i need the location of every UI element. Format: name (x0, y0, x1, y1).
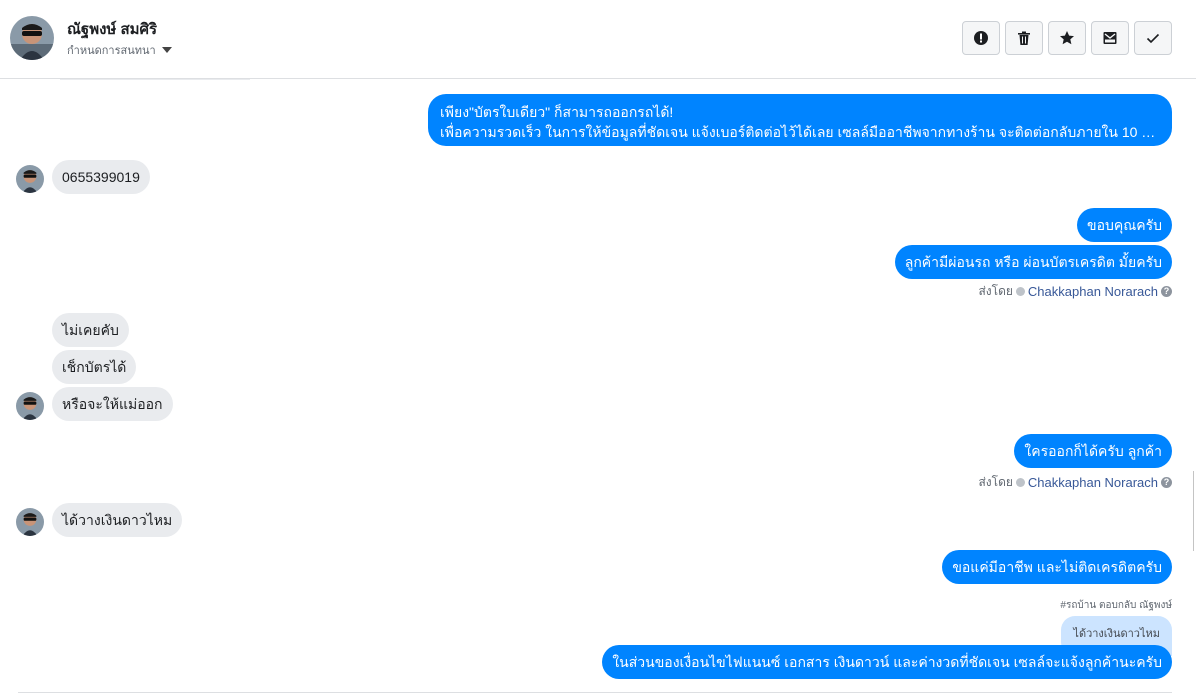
mark-unread-icon (1103, 32, 1117, 44)
caret-down-icon (161, 47, 172, 53)
sent-by-info: ส่งโดย Chakkaphan Norarach ? (978, 473, 1172, 492)
help-icon[interactable]: ? (1161, 286, 1172, 297)
divider (18, 692, 1172, 693)
sent-by-label: ส่งโดย (978, 475, 1013, 489)
message-line: เพียง"บัตรใบเดียว" ก็สามารถออกรถได้! (440, 104, 674, 120)
trash-icon (1018, 31, 1030, 45)
conversation-schedule-dropdown[interactable]: กำหนดการสนทนา (67, 41, 172, 59)
contact-avatar[interactable] (10, 16, 54, 60)
reply-header: #รถบ้าน ตอบกลับ ณัฐพงษ์ (1060, 600, 1172, 611)
sent-by-label: ส่งโดย (978, 284, 1013, 298)
outgoing-message[interactable]: ขอบคุณครับ (1077, 208, 1172, 242)
incoming-message[interactable]: ไม่เคยคับ (52, 313, 129, 347)
message-line: เพื่อความรวดเร็ว ในการให้ข้อมูลที่ชัดเจน… (440, 124, 1160, 140)
verified-icon (1015, 287, 1025, 296)
outgoing-message[interactable]: ลูกค้ามีผ่อนรถ หรือ ผ่อนบัตรเครดิต มั้ยค… (894, 245, 1172, 279)
mark-done-button[interactable] (1134, 21, 1172, 55)
help-icon[interactable]: ? (1161, 477, 1172, 488)
sender-name[interactable]: Chakkaphan Norarach (1028, 284, 1158, 299)
sent-by-info: ส่งโดย Chakkaphan Norarach ? (978, 282, 1172, 301)
verified-icon (1015, 478, 1025, 487)
scrollbar[interactable] (1193, 471, 1194, 551)
outgoing-message[interactable]: ขอแค่มีอาชีพ และไม่ติดเครดิตครับ (942, 550, 1172, 584)
conversation-header: ณัฐพงษ์ สมศิริ กำหนดการสนทนา (0, 0, 1196, 79)
outgoing-message[interactable]: ใครออกก็ได้ครับ ลูกค้า (1014, 434, 1172, 468)
schedule-label: กำหนดการสนทนา (67, 45, 156, 57)
message-thread[interactable]: เพียง"บัตรใบเดียว" ก็สามารถออกรถได้! เพื… (0, 79, 1196, 694)
contact-avatar-small[interactable] (16, 508, 44, 536)
done-check-icon (1146, 33, 1160, 44)
delete-button[interactable] (1005, 21, 1043, 55)
star-icon (1060, 31, 1074, 45)
incoming-message[interactable]: 0655399019 (52, 160, 150, 194)
report-icon (974, 31, 988, 45)
header-actions (962, 21, 1172, 55)
star-button[interactable] (1048, 21, 1086, 55)
outgoing-message[interactable]: เพียง"บัตรใบเดียว" ก็สามารถออกรถได้! เพื… (428, 94, 1172, 146)
report-button[interactable] (962, 21, 1000, 55)
outgoing-message[interactable]: ในส่วนของเงื่อนไขไฟแนนซ์ เอกสาร เงินดาวน… (602, 645, 1172, 679)
contact-avatar-small[interactable] (16, 392, 44, 420)
incoming-message[interactable]: หรือจะให้แม่ออก (52, 387, 173, 421)
sender-name[interactable]: Chakkaphan Norarach (1028, 475, 1158, 490)
contact-avatar-small[interactable] (16, 165, 44, 193)
partial-message (60, 79, 250, 80)
contact-name[interactable]: ณัฐพงษ์ สมศิริ (67, 17, 157, 41)
incoming-message[interactable]: เช็กบัตรได้ (52, 350, 137, 384)
incoming-message[interactable]: ได้วางเงินดาวไหม (52, 503, 183, 537)
mark-unread-button[interactable] (1091, 21, 1129, 55)
